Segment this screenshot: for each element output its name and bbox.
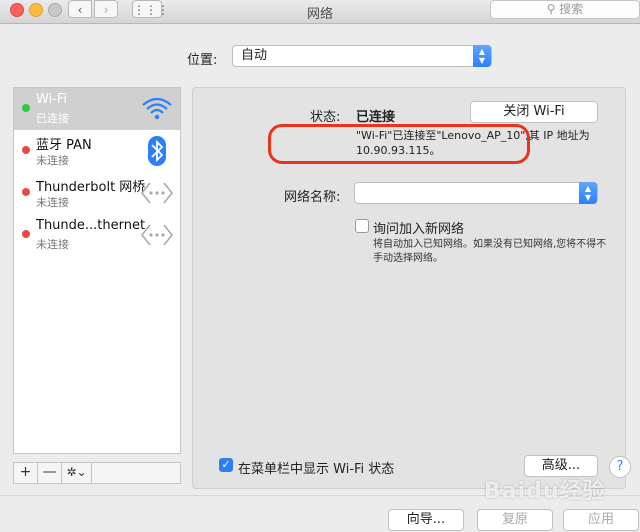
- wifi-icon: [142, 97, 172, 120]
- checkmark-icon: ✓: [221, 458, 231, 471]
- service-status: 未连接: [36, 238, 69, 251]
- service-name: Wi-Fi: [36, 92, 68, 107]
- add-service-button[interactable]: +: [14, 463, 38, 483]
- ask-join-label[interactable]: 询问加入新网络: [373, 218, 464, 237]
- status-value: 已连接: [356, 110, 396, 125]
- service-item-thunderbolt-ethernet[interactable]: Thunde...thernet 未连接: [14, 214, 180, 256]
- help-button[interactable]: ?: [609, 456, 631, 478]
- ethernet-icon: [140, 224, 174, 246]
- service-name: Thunderbolt 网桥: [36, 180, 146, 195]
- service-name: Thunde...thernet: [36, 218, 146, 233]
- search-field[interactable]: ⚲ 搜索: [490, 0, 640, 19]
- action-menu-button[interactable]: ✲⌄: [62, 463, 92, 483]
- network-name-select[interactable]: ▲ ▼: [354, 182, 598, 204]
- disconnected-status-dot: [22, 230, 30, 238]
- apply-button[interactable]: 应用: [563, 509, 639, 531]
- updown-chevron-icon: ▲ ▼: [579, 182, 597, 204]
- turn-off-wifi-button[interactable]: 关闭 Wi-Fi: [470, 101, 598, 123]
- location-label: 位置:: [187, 53, 218, 68]
- baidu-watermark: Baidu经验: [484, 479, 606, 504]
- search-placeholder: 搜索: [559, 2, 584, 16]
- service-status: 已连接: [36, 112, 69, 125]
- service-status: 未连接: [36, 196, 69, 209]
- show-in-menubar-checkbox[interactable]: ✓: [219, 458, 233, 472]
- ask-join-checkbox[interactable]: [355, 219, 369, 233]
- disconnected-status-dot: [22, 188, 30, 196]
- status-label: 状态:: [310, 110, 341, 125]
- network-name-label: 网络名称:: [284, 190, 341, 205]
- service-status: 未连接: [36, 154, 69, 167]
- ask-join-description: 将自动加入已知网络。如果没有已知网络,您将不得不手动选择网络。: [373, 239, 607, 264]
- service-item-thunderbolt-bridge[interactable]: Thunderbolt 网桥 未连接: [14, 172, 180, 214]
- connected-status-dot: [22, 104, 30, 112]
- service-name: 蓝牙 PAN: [36, 138, 92, 153]
- show-in-menubar-label[interactable]: 在菜单栏中显示 Wi-Fi 状态: [238, 458, 394, 477]
- assist-me-button[interactable]: 向导...: [388, 509, 464, 531]
- revert-button[interactable]: 复原: [477, 509, 553, 531]
- disconnected-status-dot: [22, 146, 30, 154]
- network-bridge-icon: [140, 182, 174, 204]
- highlight-annotation: [268, 124, 530, 164]
- window-titlebar: ‹ › ⋮⋮⋮ 网络 ⚲ 搜索: [0, 0, 640, 24]
- service-list-toolbar: + — ✲⌄: [13, 462, 181, 484]
- bluetooth-icon: [148, 136, 166, 166]
- updown-chevron-icon: ▲ ▼: [473, 45, 491, 67]
- location-select[interactable]: 自动 ▲ ▼: [232, 45, 492, 67]
- service-item-bluetooth-pan[interactable]: 蓝牙 PAN 未连接: [14, 130, 180, 172]
- service-list: Wi-Fi 已连接 蓝牙 PAN 未连接 Thunderbolt 网桥 未连接 …: [13, 87, 181, 454]
- service-item-wifi[interactable]: Wi-Fi 已连接: [14, 88, 180, 130]
- search-icon: ⚲: [546, 2, 556, 16]
- location-value: 自动: [241, 48, 268, 63]
- remove-service-button[interactable]: —: [38, 463, 62, 483]
